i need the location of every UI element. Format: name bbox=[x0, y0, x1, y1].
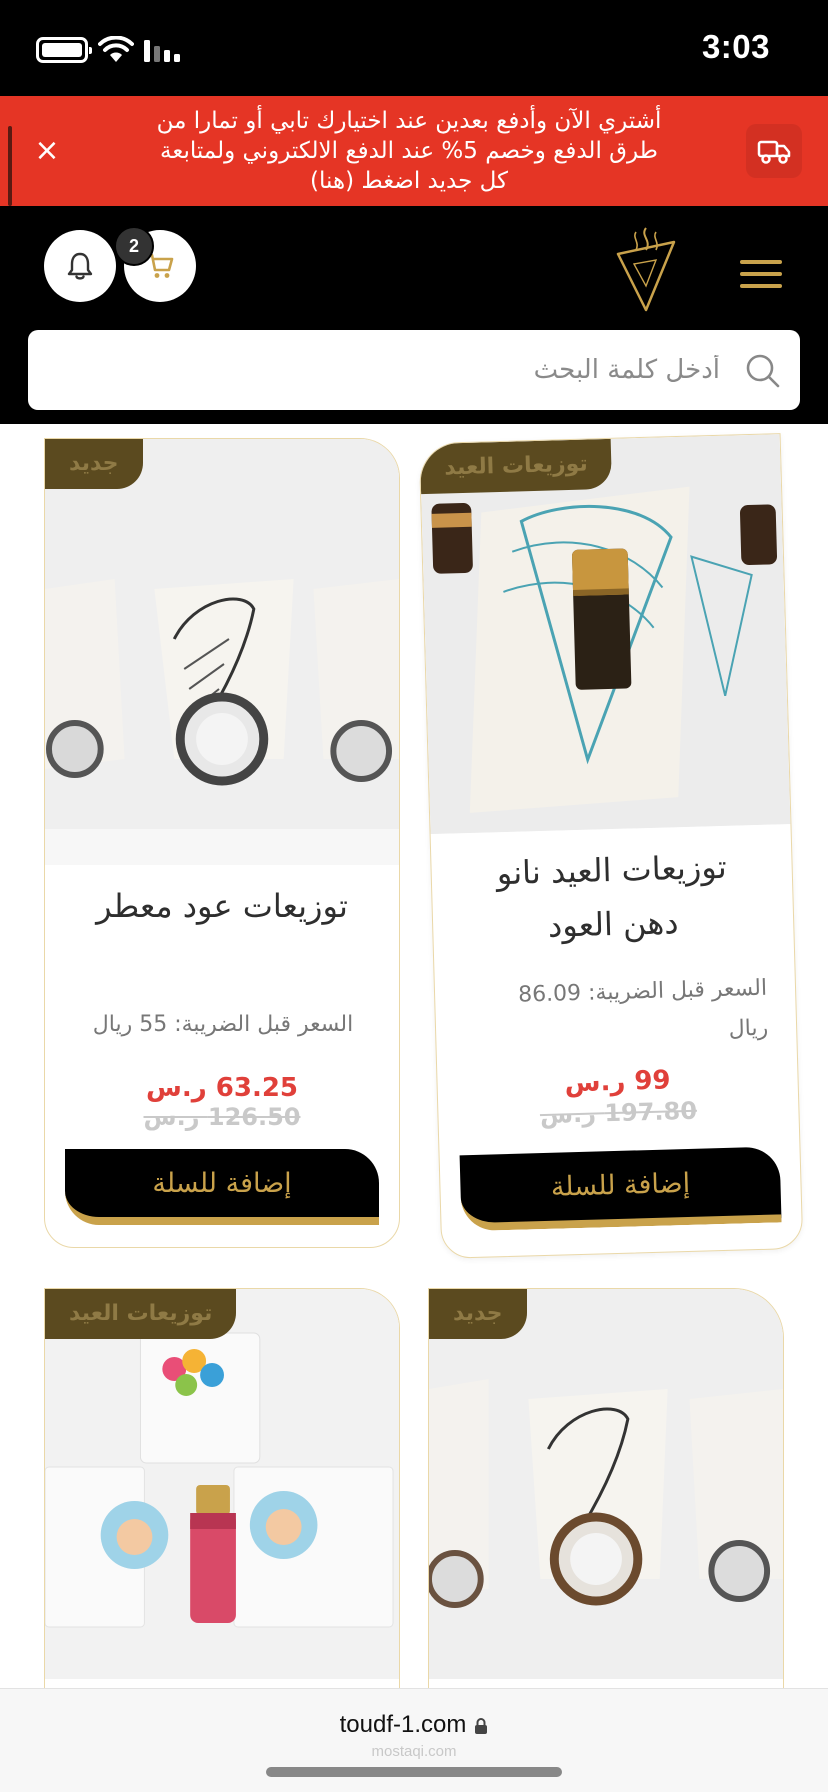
product-image[interactable] bbox=[45, 439, 399, 865]
url-text: toudf-1.com bbox=[339, 1711, 467, 1738]
product-title-line2: دهن العود bbox=[547, 903, 679, 945]
product-tag: توزيعات العيد bbox=[45, 1289, 237, 1339]
add-to-cart-button[interactable]: إضافة للسلة bbox=[65, 1149, 379, 1225]
brand-logo[interactable] bbox=[612, 224, 680, 314]
product-card[interactable]: توزيعات العيد bbox=[44, 1288, 400, 1708]
product-tag: جديد bbox=[45, 439, 143, 489]
watermark: mostaqi.com bbox=[371, 1743, 457, 1760]
product-title-line1: توزيعات العيد نانو bbox=[496, 847, 728, 893]
delivery-truck-icon bbox=[746, 124, 802, 178]
original-price: 126.50 ر.س bbox=[143, 1103, 301, 1131]
status-bar: 3:03 bbox=[0, 0, 828, 96]
signal-icon bbox=[144, 40, 180, 62]
product-card[interactable]: جديد bbox=[428, 1288, 784, 1708]
search-bar[interactable] bbox=[28, 330, 800, 410]
product-tag: جديد bbox=[429, 1289, 527, 1339]
close-icon[interactable]: × bbox=[28, 132, 66, 170]
product-title[interactable]: توزيعات عود معطر bbox=[65, 879, 379, 933]
cart-count-badge: 2 bbox=[114, 226, 154, 266]
sale-price: 63.25 ر.س bbox=[145, 1073, 299, 1103]
product-card[interactable]: جديد توزيعات عود معطر السعر قبل الضريبة:… bbox=[44, 438, 400, 1248]
wifi-icon bbox=[98, 36, 134, 62]
search-icon[interactable] bbox=[742, 350, 782, 390]
promo-text[interactable]: أشتري الآن وأدفع بعدين عند اختيارك تابي … bbox=[110, 106, 708, 196]
clock: 3:03 bbox=[701, 28, 770, 65]
product-image[interactable] bbox=[45, 1289, 399, 1679]
product-image[interactable] bbox=[429, 1289, 783, 1679]
notifications-button[interactable] bbox=[44, 230, 116, 302]
price-before-tax-line2: ريال bbox=[728, 1015, 769, 1042]
hamburger-menu-icon[interactable] bbox=[736, 254, 786, 294]
status-icons bbox=[36, 36, 184, 64]
product-tag: توزيعات العيد bbox=[419, 438, 613, 495]
battery-icon bbox=[36, 37, 92, 63]
search-input[interactable] bbox=[48, 340, 720, 400]
promo-text-line2: طرق الدفع وخصم 5% عند الدفع الالكتروني و… bbox=[160, 138, 658, 164]
site-header: 2 bbox=[0, 206, 828, 424]
promo-text-line1: أشتري الآن وأدفع بعدين عند اختيارك تابي … bbox=[156, 108, 662, 134]
browser-address-bar[interactable]: toudf-1.com mostaqi.com bbox=[0, 1688, 828, 1792]
product-card[interactable]: توزيعات العيد توزيعات العيد نانو دهن الع… bbox=[418, 433, 804, 1259]
url-display[interactable]: toudf-1.com bbox=[0, 1711, 828, 1739]
product-image[interactable] bbox=[419, 434, 791, 835]
lock-icon bbox=[475, 1717, 488, 1734]
promo-banner[interactable]: × أشتري الآن وأدفع بعدين عند اختيارك تاب… bbox=[0, 96, 828, 206]
price-before-tax: السعر قبل الضريبة: 55 ريال bbox=[92, 1012, 354, 1037]
price-before-tax: السعر قبل الضريبة: 86.09 ريال bbox=[465, 969, 769, 1057]
promo-text-line3[interactable]: كل جديد اضغط (هنا) bbox=[110, 166, 708, 196]
price-before-tax-line1: السعر قبل الضريبة: 86.09 bbox=[517, 975, 768, 1008]
bell-icon bbox=[67, 252, 93, 280]
promo-edge-divider bbox=[8, 126, 12, 206]
product-title[interactable]: توزيعات العيد نانو دهن العود bbox=[451, 839, 774, 956]
home-indicator[interactable] bbox=[266, 1767, 562, 1777]
add-to-cart-button[interactable]: إضافة للسلة bbox=[459, 1146, 782, 1232]
